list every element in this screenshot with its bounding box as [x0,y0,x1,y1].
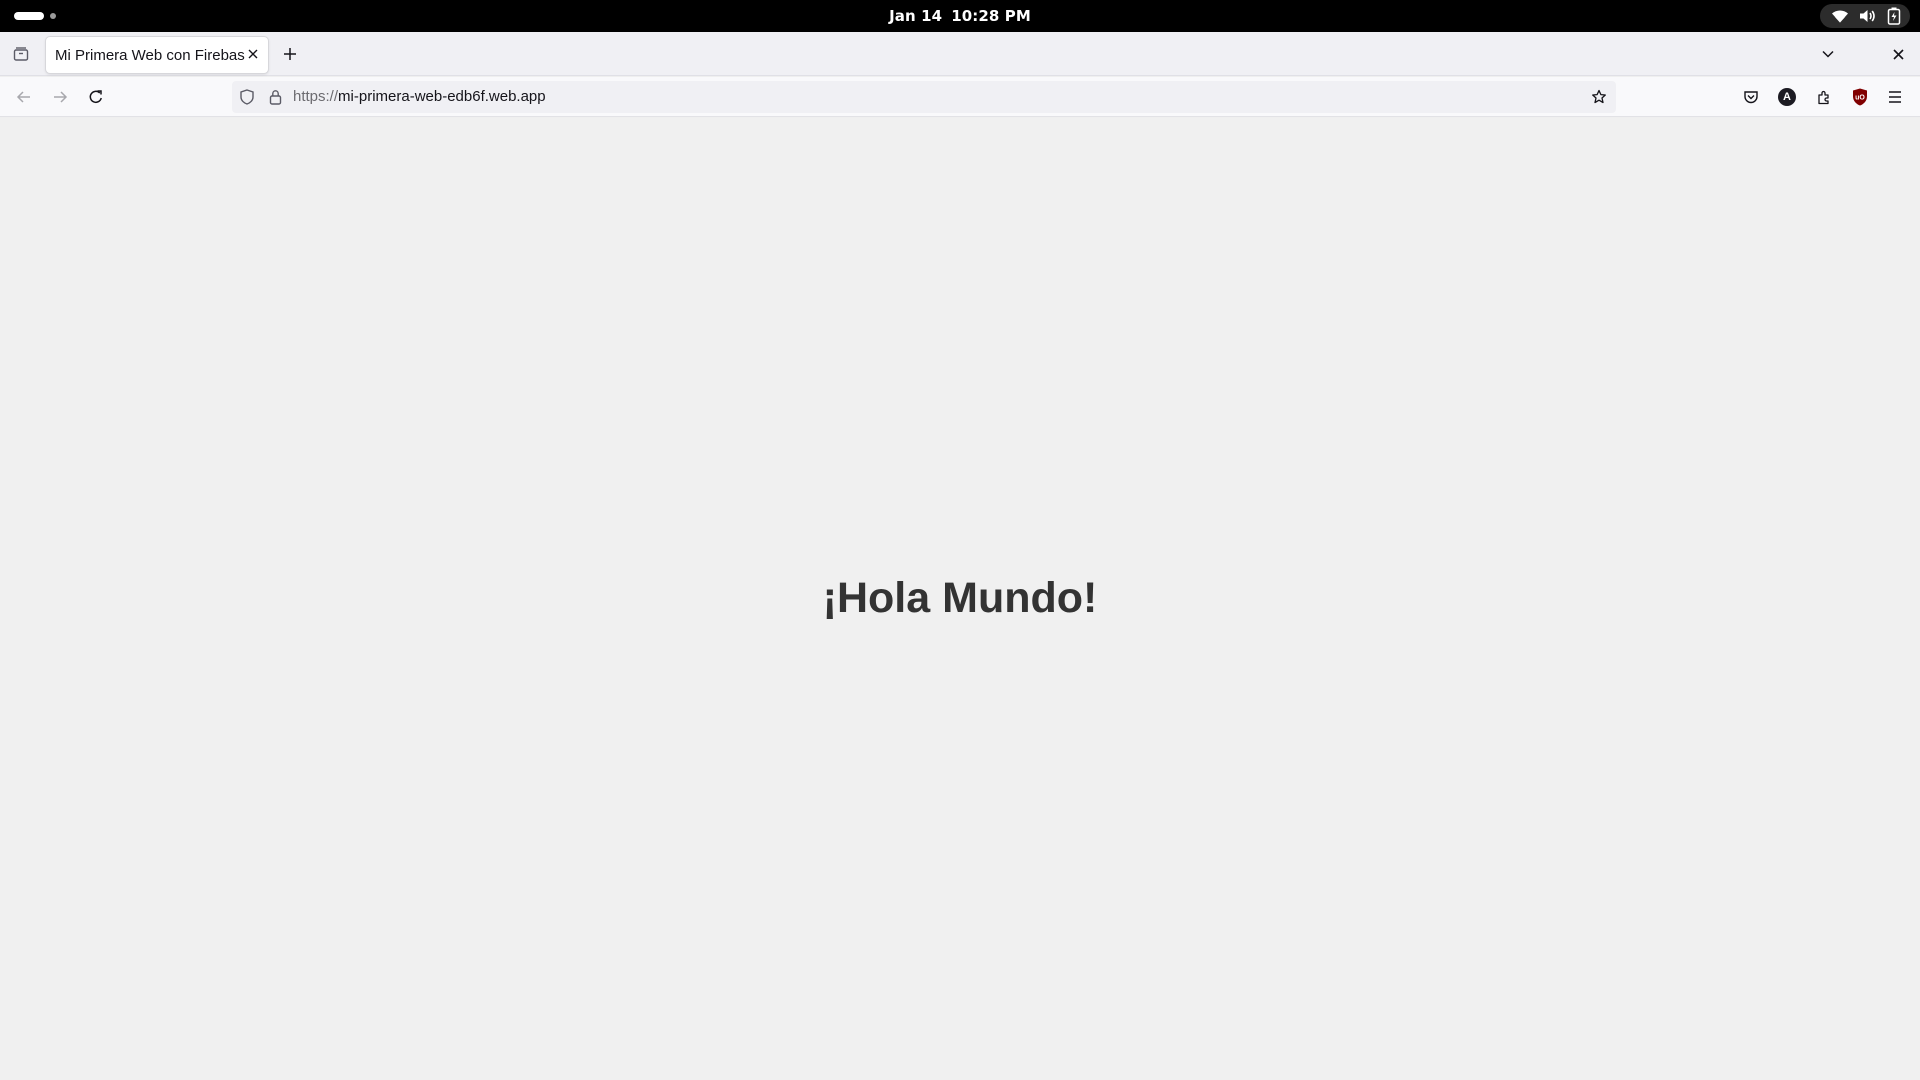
back-arrow-icon[interactable] [12,85,36,109]
tab-title: Mi Primera Web con Firebase [55,46,245,64]
battery-icon [1887,7,1901,25]
page-content: ¡Hola Mundo! [0,118,1920,1080]
url-scheme: https:// [293,88,339,105]
tracking-protection-shield-icon[interactable] [238,88,256,106]
url-host: mi-primera-web-edb6f.web.app [338,88,546,105]
reload-icon[interactable] [84,85,108,109]
close-window-icon[interactable] [1888,44,1908,64]
pocket-icon[interactable] [1741,87,1761,107]
tab-strip: Mi Primera Web con Firebase [0,32,1920,76]
account-icon[interactable]: A [1777,87,1797,107]
navigation-toolbar: https://mi-primera-web-edb6f.web.app A u… [0,77,1920,117]
address-bar[interactable]: https://mi-primera-web-edb6f.web.app [232,81,1616,113]
url-text[interactable]: https://mi-primera-web-edb6f.web.app [293,81,546,113]
ublock-icon[interactable]: uO [1850,87,1870,107]
forward-arrow-icon[interactable] [48,85,72,109]
extensions-icon[interactable] [1814,87,1834,107]
system-menu[interactable] [1820,4,1910,28]
lock-icon[interactable] [266,88,284,106]
hamburger-menu-icon[interactable] [1885,87,1905,107]
ublock-label: uO [1855,95,1865,102]
wifi-icon [1831,8,1849,24]
bookmark-star-icon[interactable] [1590,88,1608,106]
clock[interactable]: Jan 14 10:28 PM [0,0,1920,32]
chevron-down-icon[interactable] [1818,44,1838,64]
system-top-bar: Jan 14 10:28 PM [0,0,1920,32]
clock-time: 10:28 PM [951,7,1031,25]
close-tab-icon[interactable] [246,47,260,61]
new-tab-icon[interactable] [280,44,300,64]
firefox-view-icon[interactable] [10,43,32,65]
volume-icon [1859,8,1877,24]
account-avatar: A [1778,88,1796,106]
hello-world-heading: ¡Hola Mundo! [822,574,1098,622]
tab-mi-primera-web[interactable]: Mi Primera Web con Firebase [46,37,268,73]
clock-date: Jan 14 [889,7,943,25]
